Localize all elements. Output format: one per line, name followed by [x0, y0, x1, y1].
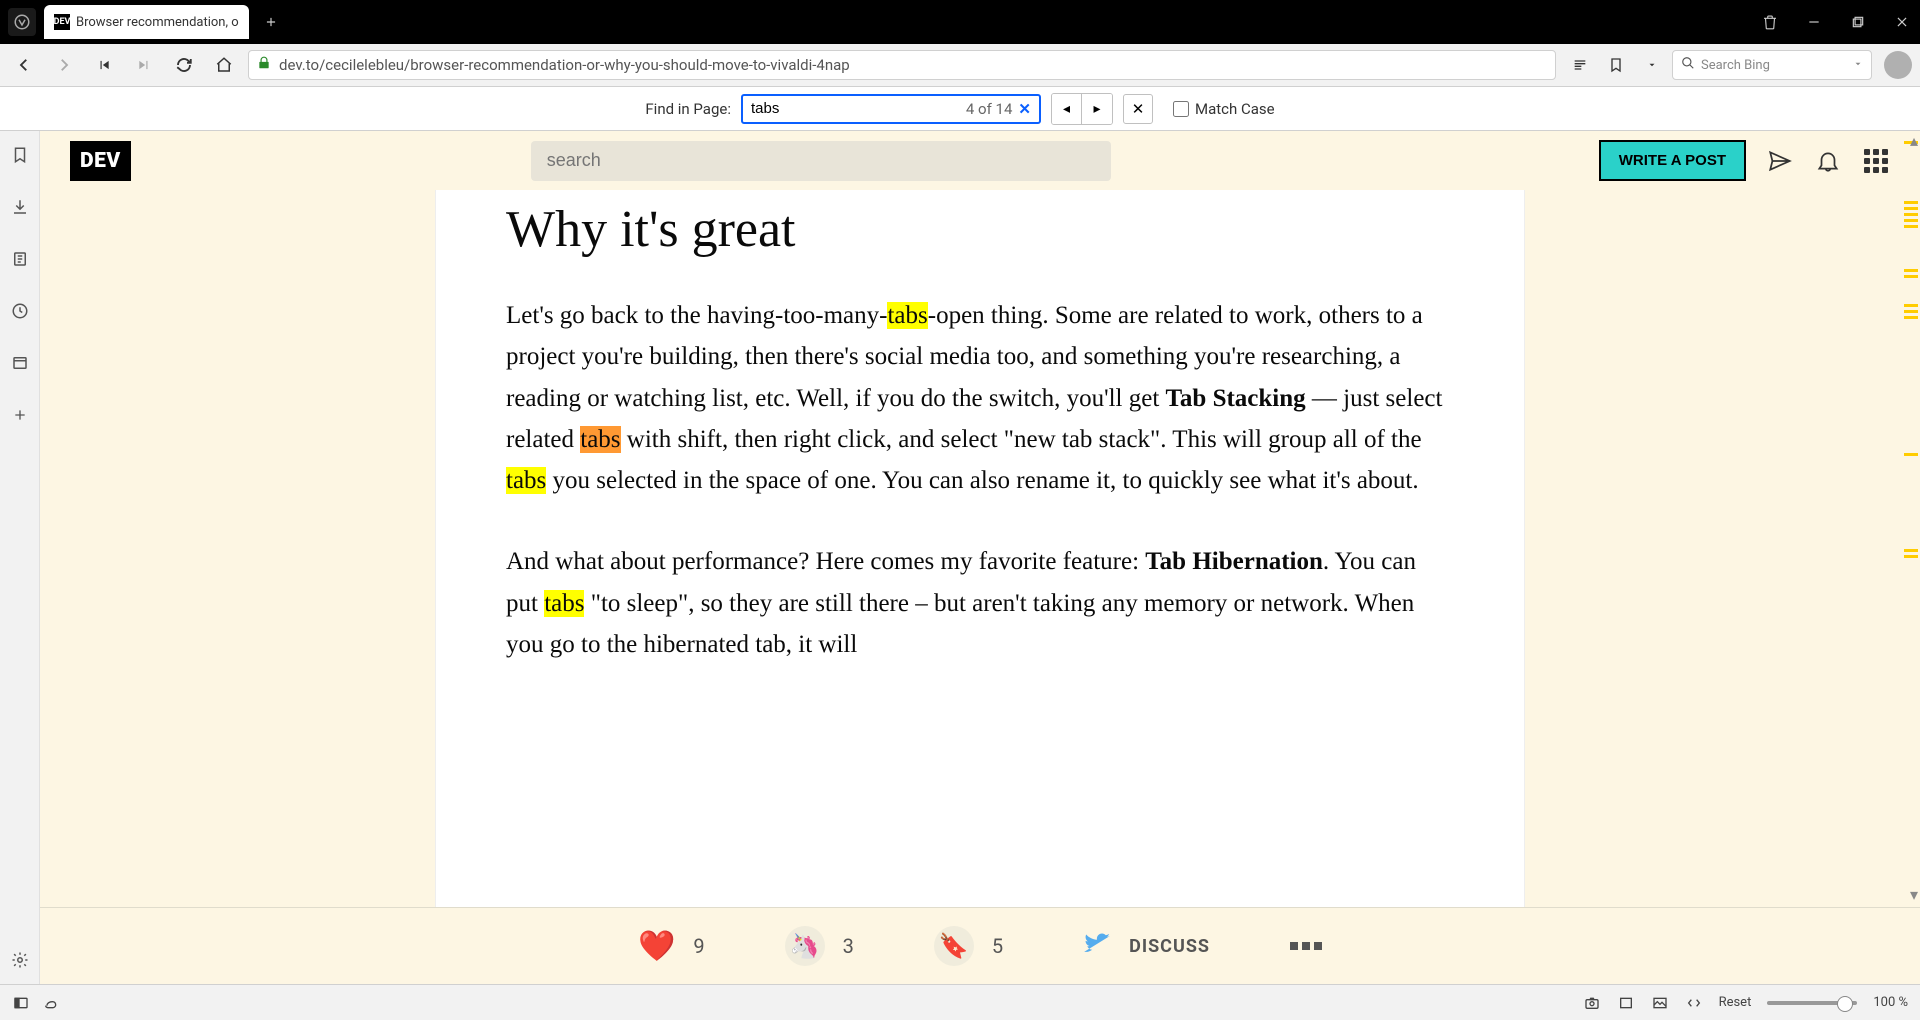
dev-site-header: DEV WRITE A POST: [40, 131, 1920, 190]
zoom-reset-button[interactable]: Reset: [1719, 995, 1752, 1010]
search-placeholder: Search Bing: [1701, 58, 1770, 73]
profile-avatar[interactable]: [1884, 51, 1912, 79]
page-viewport: DEV WRITE A POST Why it's great Let's go…: [40, 131, 1920, 984]
discuss-button[interactable]: DISCUSS: [1083, 930, 1210, 963]
new-tab-button[interactable]: [257, 8, 285, 36]
window-titlebar: DEV Browser recommendation, o: [0, 0, 1920, 44]
search-markers: [1902, 131, 1920, 984]
match-case-label: Match Case: [1195, 100, 1275, 118]
trash-icon[interactable]: [1760, 12, 1780, 32]
find-input[interactable]: [751, 100, 966, 117]
dev-search-input[interactable]: [531, 141, 1111, 181]
window-maximize-button[interactable]: [1848, 12, 1868, 32]
bookmark-dropdown-icon[interactable]: [1636, 49, 1668, 81]
find-input-wrapper[interactable]: 4 of 14 ✕: [741, 94, 1041, 124]
more-options-icon[interactable]: [1290, 942, 1322, 950]
tab-favicon: DEV: [54, 14, 70, 30]
status-bar: Reset 100 %: [0, 984, 1920, 1020]
vivaldi-menu-icon[interactable]: [8, 8, 36, 36]
forward-button[interactable]: [48, 49, 80, 81]
panel-history-icon[interactable]: [8, 299, 32, 323]
dev-logo[interactable]: DEV: [70, 141, 131, 181]
panel-add-icon[interactable]: [8, 403, 32, 427]
find-label: Find in Page:: [645, 100, 731, 118]
search-highlight: tabs: [887, 302, 927, 329]
window-minimize-button[interactable]: [1804, 12, 1824, 32]
zoom-slider[interactable]: [1767, 1001, 1857, 1005]
panel-bookmarks-icon[interactable]: [8, 143, 32, 167]
panel-downloads-icon[interactable]: [8, 195, 32, 219]
rewind-button[interactable]: [88, 49, 120, 81]
article-container: Why it's great Let's go back to the havi…: [40, 190, 1920, 907]
reload-button[interactable]: [168, 49, 200, 81]
window-close-button[interactable]: [1892, 12, 1912, 32]
search-highlight-current: tabs: [580, 426, 620, 453]
home-button[interactable]: [208, 49, 240, 81]
menu-grid-icon[interactable]: [1862, 147, 1890, 175]
article-heading: Why it's great: [506, 200, 1454, 259]
notifications-icon[interactable]: [1814, 147, 1842, 175]
match-case-checkbox[interactable]: [1173, 101, 1189, 117]
bookmark-icon[interactable]: [1600, 49, 1632, 81]
zoom-value: 100 %: [1873, 995, 1908, 1010]
reader-view-icon[interactable]: [1564, 49, 1596, 81]
reaction-heart[interactable]: ❤️ 9: [638, 929, 705, 964]
panel-sidebar: [0, 131, 40, 984]
sync-icon[interactable]: [42, 994, 60, 1012]
scrollbar-up[interactable]: ▴: [1910, 131, 1918, 150]
connect-icon[interactable]: [1766, 147, 1794, 175]
find-next-button[interactable]: ▸: [1082, 94, 1112, 124]
find-close-button[interactable]: ✕: [1123, 94, 1153, 124]
reactions-bar: ❤️ 9 🦄 3 🔖 5 DISCUSS: [40, 907, 1920, 984]
panel-notes-icon[interactable]: [8, 247, 32, 271]
search-highlight: tabs: [506, 467, 546, 494]
panel-toggle-icon[interactable]: [12, 994, 30, 1012]
reaction-bookmark[interactable]: 🔖 5: [934, 926, 1003, 966]
find-count: 4 of 14: [966, 100, 1013, 118]
search-icon: [1681, 56, 1695, 74]
article-paragraph-2: And what about performance? Here comes m…: [506, 541, 1454, 665]
reaction-count: 5: [992, 934, 1003, 958]
page-actions-icon[interactable]: [1685, 994, 1703, 1012]
reaction-count: 9: [693, 934, 704, 958]
tiling-icon[interactable]: [1617, 994, 1635, 1012]
browser-tab[interactable]: DEV Browser recommendation, o: [44, 5, 249, 39]
reaction-count: 3: [843, 934, 854, 958]
search-dropdown-icon[interactable]: [1853, 58, 1863, 73]
tab-title: Browser recommendation, o: [76, 15, 239, 30]
find-nav: ◂ ▸: [1051, 93, 1113, 125]
lock-icon: [257, 56, 271, 74]
find-clear-button[interactable]: ✕: [1018, 100, 1031, 118]
panel-window-icon[interactable]: [8, 351, 32, 375]
capture-icon[interactable]: [1583, 994, 1601, 1012]
fast-forward-button[interactable]: [128, 49, 160, 81]
unicorn-icon: 🦄: [785, 926, 825, 966]
search-highlight: tabs: [544, 590, 584, 617]
write-post-button[interactable]: WRITE A POST: [1599, 140, 1746, 181]
reaction-unicorn[interactable]: 🦄 3: [785, 926, 854, 966]
discuss-label: DISCUSS: [1129, 936, 1210, 957]
panel-settings-icon[interactable]: [8, 948, 32, 972]
article: Why it's great Let's go back to the havi…: [435, 190, 1525, 907]
content-area: DEV WRITE A POST Why it's great Let's go…: [0, 131, 1920, 984]
match-case-toggle[interactable]: Match Case: [1173, 100, 1275, 118]
back-button[interactable]: [8, 49, 40, 81]
twitter-icon: [1083, 930, 1111, 963]
scrollbar-down[interactable]: ▾: [1910, 885, 1918, 904]
url-bar[interactable]: dev.to/cecilelebleu/browser-recommendati…: [248, 50, 1556, 80]
bookmark-emoji-icon: 🔖: [934, 926, 974, 966]
article-paragraph-1: Let's go back to the having-too-many-tab…: [506, 295, 1454, 501]
url-text: dev.to/cecilelebleu/browser-recommendati…: [279, 56, 850, 74]
images-icon[interactable]: [1651, 994, 1669, 1012]
browser-toolbar: dev.to/cecilelebleu/browser-recommendati…: [0, 44, 1920, 87]
find-in-page-bar: Find in Page: 4 of 14 ✕ ◂ ▸ ✕ Match Case: [0, 87, 1920, 131]
find-prev-button[interactable]: ◂: [1052, 94, 1082, 124]
search-engine-bar[interactable]: Search Bing: [1672, 50, 1872, 80]
heart-icon: ❤️: [638, 929, 675, 964]
